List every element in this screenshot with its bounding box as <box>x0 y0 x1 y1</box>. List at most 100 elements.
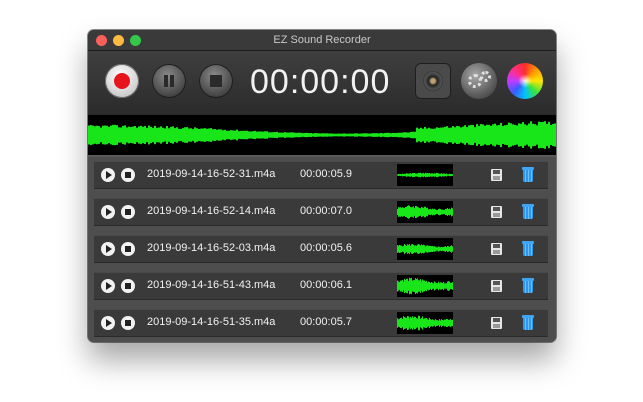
live-waveform <box>88 115 556 155</box>
trash-icon[interactable] <box>522 167 534 182</box>
play-button[interactable] <box>101 205 115 219</box>
waveform-bar <box>429 209 430 215</box>
live-waveform-bar <box>384 133 386 137</box>
save-icon[interactable] <box>491 317 502 329</box>
speaker-icon[interactable] <box>415 63 451 99</box>
play-button[interactable] <box>101 316 115 330</box>
recording-row[interactable]: 2019-09-14-16-51-35.m4a 00:00:05.7 <box>94 309 548 337</box>
live-waveform-bar <box>184 127 186 143</box>
waveform-bar <box>432 282 433 290</box>
live-waveform-bar <box>246 130 248 140</box>
save-icon[interactable] <box>491 206 502 218</box>
waveform-bar <box>407 173 408 177</box>
live-waveform-bar <box>302 133 304 137</box>
play-button[interactable] <box>101 279 115 293</box>
waveform-bar <box>419 280 420 292</box>
pause-button[interactable] <box>152 64 186 98</box>
play-button[interactable] <box>101 168 115 182</box>
waveform-bar <box>437 247 438 251</box>
waveform-bar <box>425 318 426 328</box>
pause-icon <box>164 75 168 87</box>
waveform-bar <box>430 282 431 290</box>
live-waveform-bar <box>122 125 124 145</box>
recording-waveform <box>397 201 453 223</box>
waveform-bar <box>414 208 415 216</box>
waveform-bar <box>444 209 445 215</box>
live-waveform-bar <box>314 133 316 137</box>
waveform-bar <box>442 247 443 251</box>
stop-playback-button[interactable] <box>121 242 135 256</box>
live-waveform-bar <box>254 130 256 140</box>
waveform-bar <box>428 245 429 253</box>
app-window: EZ Sound Recorder 00:00:00 2019-09-14-16… <box>88 30 556 342</box>
save-icon[interactable] <box>491 243 502 255</box>
live-waveform-bar <box>442 127 444 143</box>
stop-playback-button[interactable] <box>121 205 135 219</box>
waveform-bar <box>399 174 400 176</box>
recording-duration: 00:00:05.6 <box>300 242 352 254</box>
trash-icon[interactable] <box>522 241 534 256</box>
waveform-bar <box>428 173 429 177</box>
waveform-bar <box>450 319 451 327</box>
live-waveform-bar <box>310 132 312 138</box>
stop-playback-button[interactable] <box>121 168 135 182</box>
live-waveform-bar <box>418 128 420 142</box>
waveform-bar <box>397 245 398 253</box>
waveform-bar <box>411 173 412 177</box>
waveform-bar <box>400 173 401 177</box>
play-button[interactable] <box>101 242 115 256</box>
waveform-bar <box>413 173 414 177</box>
waveform-bar <box>409 277 410 295</box>
live-waveform-bar <box>500 122 502 148</box>
recording-row[interactable]: 2019-09-14-16-52-31.m4a 00:00:05.9 <box>94 161 548 189</box>
record-button[interactable] <box>105 64 139 98</box>
live-waveform-bar <box>170 126 172 144</box>
waveform-bar <box>415 316 416 330</box>
save-icon[interactable] <box>491 280 502 292</box>
live-waveform-bar <box>320 133 322 137</box>
live-waveform-bar <box>178 128 180 142</box>
waveform-bar <box>435 209 436 215</box>
waveform-bar <box>415 205 416 219</box>
title-bar[interactable]: EZ Sound Recorder <box>88 30 556 51</box>
waveform-bar <box>437 172 438 178</box>
live-waveform-bar <box>430 128 432 142</box>
live-waveform-bar <box>132 126 134 144</box>
waveform-bar <box>428 319 429 327</box>
live-waveform-bar <box>368 133 370 137</box>
waveform-bar <box>420 172 421 178</box>
live-waveform-bar <box>468 125 470 145</box>
live-waveform-bar <box>244 130 246 140</box>
trash-icon[interactable] <box>522 278 534 293</box>
live-waveform-bar <box>514 124 516 146</box>
recording-row[interactable]: 2019-09-14-16-52-14.m4a 00:00:07.0 <box>94 198 548 226</box>
color-wheel-icon[interactable] <box>507 63 543 99</box>
stop-button[interactable] <box>199 64 233 98</box>
waveform-bar <box>407 244 408 254</box>
live-waveform-bar <box>190 128 192 142</box>
live-waveform-bar <box>194 127 196 143</box>
live-waveform-bar <box>112 124 114 146</box>
waveform-bar <box>431 319 432 327</box>
live-waveform-bar <box>114 124 116 146</box>
waveform-bar <box>434 173 435 177</box>
waveform-bar <box>423 172 424 178</box>
live-waveform-bar <box>460 127 462 143</box>
stop-playback-button[interactable] <box>121 279 135 293</box>
recording-row[interactable]: 2019-09-14-16-52-03.m4a 00:00:05.6 <box>94 235 548 263</box>
live-waveform-bar <box>180 128 182 142</box>
live-waveform-bar <box>458 126 460 144</box>
trash-icon[interactable] <box>522 204 534 219</box>
live-waveform-bar <box>192 129 194 141</box>
recordings-list: 2019-09-14-16-52-31.m4a 00:00:05.9 2019-… <box>88 157 556 342</box>
waveform-bar <box>448 209 449 215</box>
waveform-bar <box>421 173 422 177</box>
waveform-bar <box>405 206 406 218</box>
gears-icon[interactable] <box>461 63 497 99</box>
stop-playback-button[interactable] <box>121 316 135 330</box>
save-icon[interactable] <box>491 169 502 181</box>
recording-row[interactable]: 2019-09-14-16-51-43.m4a 00:00:06.1 <box>94 272 548 300</box>
trash-icon[interactable] <box>522 315 534 330</box>
live-waveform-bar <box>496 125 498 145</box>
live-waveform-bar <box>436 127 438 143</box>
